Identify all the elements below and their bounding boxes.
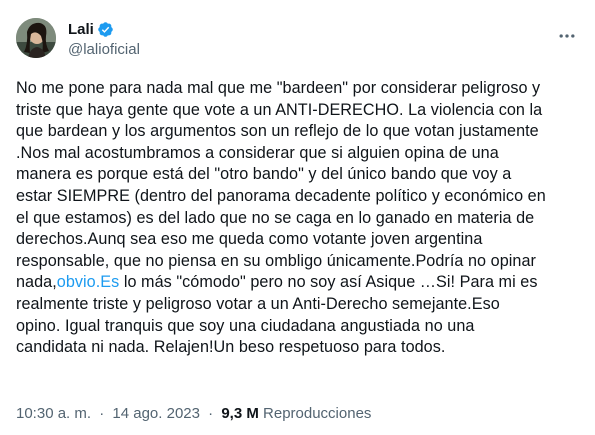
tweet-link[interactable]: obvio.Es xyxy=(57,273,120,291)
tweet-line-with-link: nada,obvio.Es lo más "cómodo" pero no so… xyxy=(16,272,586,294)
tweet-line: el que estamos) es del lado que no se ca… xyxy=(16,208,535,227)
tweet-line: No me pone para nada mal que me "bardeen… xyxy=(16,79,541,97)
tweet-line: candidata ni nada. Relajen!Un beso respe… xyxy=(16,338,446,357)
display-name[interactable]: Lali xyxy=(68,21,94,38)
tweet-line-segment: lo más "cómodo" pero no soy así Asique …… xyxy=(119,273,538,292)
tweet-time[interactable]: 10:30 a. m. xyxy=(16,405,91,422)
tweet-meta: 10:30 a. m. · 14 ago. 2023 · 9,3 M Repro… xyxy=(16,405,371,422)
tweet-line: .Nos mal acostumbramos a considerar que … xyxy=(16,143,499,162)
tweet-line: manera es porque está del "otro bando" y… xyxy=(16,165,512,184)
tweet-line: responsable, que no piensa en su ombligo… xyxy=(16,251,536,270)
avatar-photo-icon xyxy=(16,18,56,58)
tweet-line: derechos.Aunq sea eso me queda como vota… xyxy=(16,230,483,249)
views-label: Reproducciones xyxy=(263,405,372,422)
tweet-date[interactable]: 14 ago. 2023 xyxy=(112,405,200,422)
tweet: Lali @lalioficial No me pone para nada m… xyxy=(0,0,595,435)
handle[interactable]: @lalioficial xyxy=(68,41,140,58)
verified-badge-icon[interactable] xyxy=(97,21,114,38)
author-names: Lali @lalioficial xyxy=(68,19,140,59)
tweet-line: realmente triste y peligroso votar a un … xyxy=(16,294,500,313)
tweet-line: opino. Igual tranquis que soy una ciudad… xyxy=(16,316,475,335)
name-row: Lali xyxy=(68,19,140,39)
tweet-line: que bardean y los argumentos son un refl… xyxy=(16,122,539,141)
tweet-line: estar SIEMPRE (dentro del panorama decad… xyxy=(16,186,546,205)
tweet-line-segment: nada, xyxy=(16,273,57,292)
meta-separator: · xyxy=(99,405,105,422)
tweet-line: triste que haya gente que vote a un ANTI… xyxy=(16,100,543,119)
avatar[interactable] xyxy=(16,18,56,58)
meta-separator: · xyxy=(208,405,214,422)
tweet-header: Lali @lalioficial xyxy=(16,12,579,60)
views-count: 9,3 M xyxy=(221,405,259,422)
more-horizontal-icon[interactable] xyxy=(555,26,579,46)
tweet-text: No me pone para nada mal que me "bardeen… xyxy=(16,78,586,359)
